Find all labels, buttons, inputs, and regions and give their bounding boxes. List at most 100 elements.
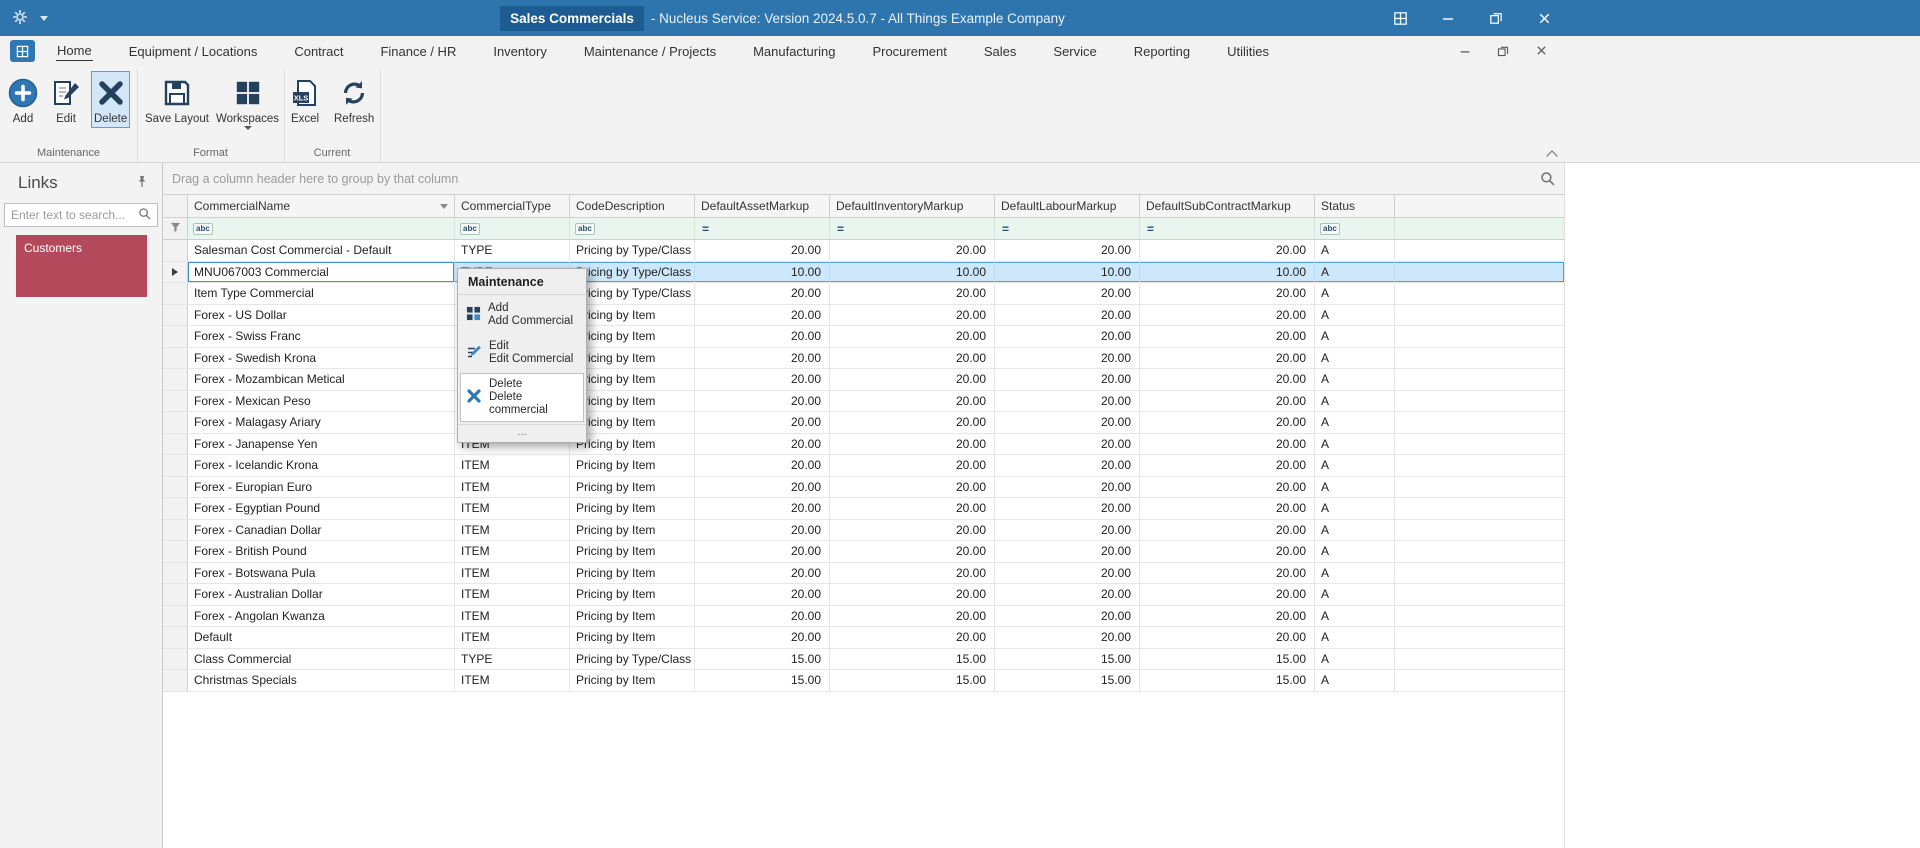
cell-defaultassetmarkup[interactable]: 20.00 [695, 541, 830, 562]
filter-cell-defaultlabourmarkup[interactable]: = [995, 218, 1140, 239]
group-by-panel[interactable]: Drag a column header here to group by th… [163, 163, 1564, 195]
cell-defaultinventorymarkup[interactable]: 20.00 [830, 304, 995, 325]
cell-codedescription[interactable]: Pricing by Item [570, 390, 695, 411]
cell-commercialtype[interactable]: ITEM [455, 584, 570, 605]
cell-codedescription[interactable]: Pricing by Type/Class [570, 261, 695, 282]
cell-defaultlabourmarkup[interactable]: 20.00 [995, 519, 1140, 540]
cell-defaultassetmarkup[interactable]: 20.00 [695, 390, 830, 411]
links-tile-customers[interactable]: Customers [16, 235, 147, 297]
filter-cell-defaultinventorymarkup[interactable]: = [830, 218, 995, 239]
refresh-button[interactable]: Refresh [331, 71, 377, 128]
cell-codedescription[interactable]: Pricing by Type/Class [570, 240, 695, 261]
cell-defaultassetmarkup[interactable]: 20.00 [695, 584, 830, 605]
table-row[interactable]: Forex - Canadian Dollar ITEM Pricing by It… [163, 519, 1564, 541]
cell-defaultassetmarkup[interactable]: 20.00 [695, 627, 830, 648]
cell-defaultinventorymarkup[interactable]: 20.00 [830, 562, 995, 583]
cell-commercialtype[interactable]: ITEM [455, 455, 570, 476]
cell-status[interactable]: A [1315, 240, 1395, 261]
cell-commercialname[interactable]: Forex - Mexican Peso [188, 390, 455, 411]
cell-defaultsubcontractmarkup[interactable]: 20.00 [1140, 605, 1315, 626]
cell-defaultlabourmarkup[interactable]: 20.00 [995, 627, 1140, 648]
cell-defaultlabourmarkup[interactable]: 20.00 [995, 283, 1140, 304]
cell-defaultinventorymarkup[interactable]: 20.00 [830, 240, 995, 261]
column-header-defaultassetmarkup[interactable]: DefaultAssetMarkup [695, 195, 830, 217]
cell-commercialname[interactable]: Forex - Angolan Kwanza [188, 605, 455, 626]
cell-status[interactable]: A [1315, 562, 1395, 583]
cell-codedescription[interactable]: Pricing by Item [570, 433, 695, 454]
table-row[interactable]: MNU067003 CommercialTYPEPricing by Type/… [163, 261, 1564, 283]
table-row[interactable]: Salesman Cost Commercial - Default TYPE Pr… [163, 240, 1564, 262]
table-row[interactable]: Forex - Australian Dollar ITEM Pricing by … [163, 584, 1564, 606]
sort-filter-arrow-icon[interactable] [440, 203, 448, 209]
cell-defaultlabourmarkup[interactable]: 15.00 [995, 670, 1140, 691]
cell-defaultassetmarkup[interactable]: 20.00 [695, 519, 830, 540]
column-header-codedescription[interactable]: CodeDescription [570, 195, 695, 217]
cell-defaultassetmarkup[interactable]: 10.00 [695, 261, 830, 282]
cell-defaultsubcontractmarkup[interactable]: 20.00 [1140, 412, 1315, 433]
table-row[interactable]: Default ITEM Pricing by Item 20.00 20.00 20.0… [163, 627, 1564, 649]
column-header-status[interactable]: Status [1315, 195, 1395, 217]
tab-utilities[interactable]: Utilities [1226, 42, 1270, 61]
table-row[interactable]: Forex - Malagasy AriaryITEMPricing by It… [163, 412, 1564, 434]
table-row[interactable]: Forex - Icelandic Krona ITEM Pricing by It… [163, 455, 1564, 477]
cell-defaultinventorymarkup[interactable]: 20.00 [830, 455, 995, 476]
close-button[interactable] [1520, 0, 1568, 36]
cell-defaultsubcontractmarkup[interactable]: 20.00 [1140, 240, 1315, 261]
cell-defaultsubcontractmarkup[interactable]: 20.00 [1140, 476, 1315, 497]
cell-defaultinventorymarkup[interactable]: 15.00 [830, 670, 995, 691]
cell-status[interactable]: A [1315, 455, 1395, 476]
cell-defaultsubcontractmarkup[interactable]: 20.00 [1140, 369, 1315, 390]
equals-filter-icon[interactable]: = [837, 222, 844, 236]
cell-codedescription[interactable]: Pricing by Item [570, 670, 695, 691]
cell-defaultinventorymarkup[interactable]: 20.00 [830, 498, 995, 519]
cell-status[interactable]: A [1315, 261, 1395, 282]
cell-defaultsubcontractmarkup[interactable]: 20.00 [1140, 562, 1315, 583]
save-layout-button[interactable]: Save Layout [142, 71, 212, 128]
cell-commercialname[interactable]: Forex - Botswana Pula [188, 562, 455, 583]
cell-commercialname[interactable]: Forex - Europian Euro [188, 476, 455, 497]
cell-commercialname[interactable]: Item Type Commercial [188, 283, 455, 304]
cell-commercialtype[interactable]: ITEM [455, 627, 570, 648]
cell-defaultlabourmarkup[interactable]: 20.00 [995, 476, 1140, 497]
cell-defaultassetmarkup[interactable]: 20.00 [695, 605, 830, 626]
table-row[interactable]: Forex - Mozambican MeticalITEMPricing by… [163, 369, 1564, 391]
cell-defaultinventorymarkup[interactable]: 20.00 [830, 390, 995, 411]
abc-filter-icon[interactable]: abc [575, 222, 595, 235]
cell-defaultassetmarkup[interactable]: 20.00 [695, 240, 830, 261]
cell-codedescription[interactable]: Pricing by Type/Class [570, 648, 695, 669]
cell-defaultinventorymarkup[interactable]: 20.00 [830, 541, 995, 562]
table-row[interactable]: Forex - Egyptian Pound ITEM Pricing by Ite… [163, 498, 1564, 520]
cell-codedescription[interactable]: Pricing by Item [570, 347, 695, 368]
delete-button[interactable]: Delete [91, 71, 131, 128]
cell-codedescription[interactable]: Pricing by Item [570, 304, 695, 325]
cell-defaultinventorymarkup[interactable]: 20.00 [830, 433, 995, 454]
doc-restore-button[interactable] [1488, 39, 1518, 62]
table-row[interactable]: Forex - Botswana Pula ITEM Pricing by Item… [163, 562, 1564, 584]
table-row[interactable]: Forex - US DollarITEMPricing by Item20.0… [163, 304, 1564, 326]
cell-codedescription[interactable]: Pricing by Item [570, 498, 695, 519]
cell-commercialtype[interactable]: ITEM [455, 476, 570, 497]
cell-defaultsubcontractmarkup[interactable]: 20.00 [1140, 390, 1315, 411]
cell-codedescription[interactable]: Pricing by Item [570, 541, 695, 562]
column-header-defaultinventorymarkup[interactable]: DefaultInventoryMarkup [830, 195, 995, 217]
cell-codedescription[interactable]: Pricing by Type/Class [570, 283, 695, 304]
cell-defaultsubcontractmarkup[interactable]: 20.00 [1140, 433, 1315, 454]
cell-commercialname[interactable]: Forex - US Dollar [188, 304, 455, 325]
cell-status[interactable]: A [1315, 476, 1395, 497]
doc-minimize-button[interactable] [1450, 39, 1480, 62]
tab-service[interactable]: Service [1052, 42, 1097, 61]
context-menu-more-button[interactable]: ... [458, 424, 586, 442]
column-header-defaultsubcontractmarkup[interactable]: DefaultSubContractMarkup [1140, 195, 1315, 217]
cell-defaultlabourmarkup[interactable]: 20.00 [995, 541, 1140, 562]
table-row[interactable]: Forex - British Pound ITEM Pricing by Item… [163, 541, 1564, 563]
cell-codedescription[interactable]: Pricing by Item [570, 369, 695, 390]
cell-status[interactable]: A [1315, 627, 1395, 648]
context-menu-item-edit[interactable]: Edit Edit Commercial [460, 335, 584, 371]
cell-commercialname[interactable]: Class Commercial [188, 648, 455, 669]
tab-sales[interactable]: Sales [983, 42, 1018, 61]
cell-defaultinventorymarkup[interactable]: 20.00 [830, 326, 995, 347]
cell-codedescription[interactable]: Pricing by Item [570, 627, 695, 648]
tab-reporting[interactable]: Reporting [1133, 42, 1191, 61]
cell-defaultsubcontractmarkup[interactable]: 20.00 [1140, 584, 1315, 605]
equals-filter-icon[interactable]: = [1002, 222, 1009, 236]
